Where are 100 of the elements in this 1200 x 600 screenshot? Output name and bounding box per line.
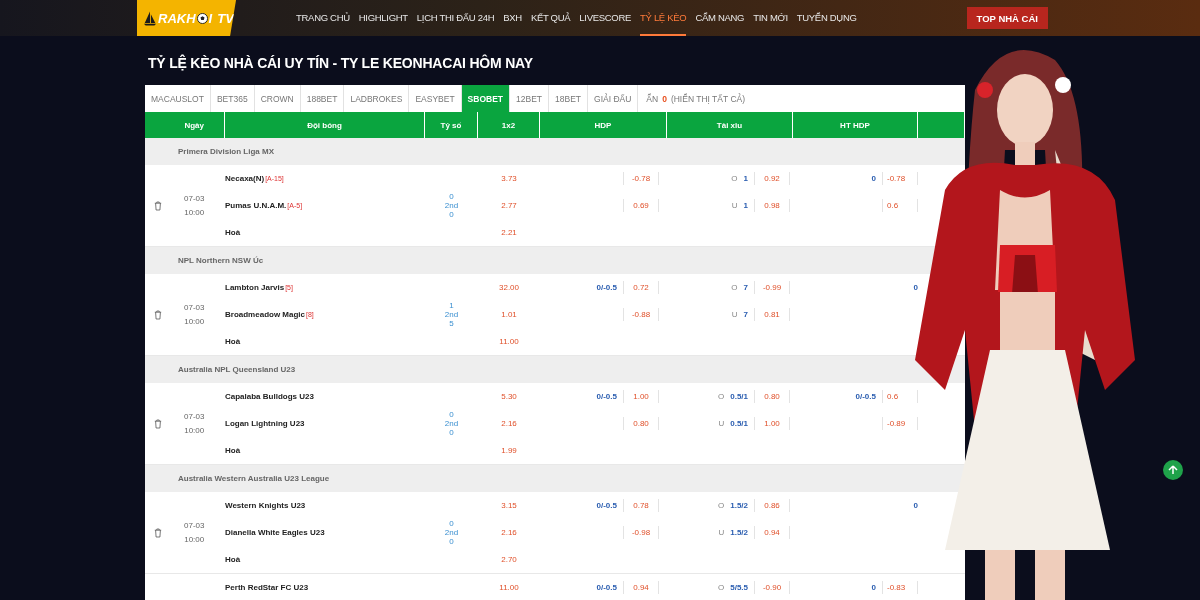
match-date: 07-03 10:00 (184, 519, 205, 546)
hidden-count: 0 (662, 93, 667, 104)
odds-value[interactable]: 0.80 (623, 417, 659, 430)
team-name: Logan Lightning U23 (225, 419, 305, 428)
odds-value[interactable]: 2.77 (501, 201, 517, 210)
odds-value[interactable]: -0.89 (882, 417, 918, 430)
team-name: Broadmeadow Magic (225, 310, 305, 319)
show-all-link[interactable]: (HIỂN THỊ TẤT CẢ) (670, 93, 746, 104)
handicap-line: 0/-0.5 (596, 283, 617, 292)
match-date: 07-03 10:00 (184, 192, 205, 219)
total-line: 1 (743, 174, 748, 183)
team-name: Western Knights U23 (225, 501, 306, 510)
match-score: 0 2nd 0 (444, 519, 459, 546)
odds-value[interactable]: -0.78 (882, 172, 918, 185)
team-name: Hoà (225, 555, 241, 564)
odds-value[interactable]: 1.01 (501, 310, 517, 319)
over-under-label: U (718, 419, 725, 428)
total-line: 1.5/2 (730, 528, 748, 537)
nav-link[interactable]: BXH (503, 0, 522, 36)
handicap-line: 0 (871, 583, 876, 592)
top-bookmaker-button[interactable]: TOP NHÀ CÁI (966, 7, 1048, 29)
nav-link[interactable]: CẨM NANG (695, 0, 745, 36)
trash-icon[interactable] (154, 200, 162, 211)
odds-value[interactable]: 1.00 (754, 417, 790, 430)
odds-value[interactable]: -0.83 (882, 581, 918, 594)
odds-value[interactable]: 0.80 (754, 390, 790, 403)
nav-link[interactable]: TIN MỚI (753, 0, 788, 36)
team-name: Hoà (225, 337, 241, 346)
total-line: 5/5.5 (730, 583, 748, 592)
league-name: NPL Northern NSW Úc (178, 256, 264, 265)
nav-link[interactable]: TRANG CHỦ (296, 0, 350, 36)
over-under-label: O (717, 501, 725, 510)
team-name: Perth RedStar FC U23 (225, 583, 309, 592)
odds-value[interactable]: 0.69 (623, 199, 659, 212)
trash-icon[interactable] (154, 527, 162, 538)
odds-value[interactable]: 5.30 (501, 392, 517, 401)
odds-value[interactable]: 1.00 (623, 390, 659, 403)
match-date: 07-03 10:00 (184, 301, 205, 328)
odds-value[interactable]: 11.00 (499, 583, 519, 592)
odds-value[interactable]: 2.16 (501, 528, 517, 537)
handicap-line: 0 (913, 283, 918, 292)
odds-value[interactable]: 11.00 (499, 337, 519, 346)
odds-value[interactable]: -0.99 (754, 281, 790, 294)
over-under-label: O (717, 583, 725, 592)
team-name: Dianella White Eagles U23 (225, 528, 325, 537)
handicap-line: 0/-0.5 (855, 392, 876, 401)
league-name: Australia NPL Queensland U23 (178, 365, 296, 374)
handicap-line: 0/-0.5 (596, 392, 617, 401)
odds-value[interactable]: 0.6 (882, 390, 918, 403)
odds-value[interactable]: 3.73 (501, 174, 517, 183)
odds-value[interactable]: 0.94 (623, 581, 659, 594)
odds-value[interactable]: 0.92 (754, 172, 790, 185)
over-under-label: O (717, 392, 725, 401)
match-date: 07-03 10:00 (184, 410, 205, 437)
nav-link[interactable]: LỊCH THI ĐẤU 24H (416, 0, 495, 36)
odds-value[interactable]: 0.94 (754, 526, 790, 539)
nav-link[interactable]: KẾT QUẢ (530, 0, 571, 36)
odds-value[interactable]: -0.78 (623, 172, 659, 185)
odds-value[interactable]: 0.86 (754, 499, 790, 512)
match-score: 0 2nd 0 (444, 192, 459, 219)
team-name: Lambton Jarvis (225, 283, 285, 292)
odds-value[interactable]: -0.88 (623, 308, 659, 321)
over-under-label: U (731, 310, 738, 319)
nav-link[interactable]: LIVESCORE (579, 0, 631, 36)
arrow-up-icon (1168, 465, 1178, 475)
odds-value[interactable]: 32.00 (499, 283, 519, 292)
league-name: Australia Western Australia U23 League (178, 474, 330, 483)
nav-link[interactable]: TUYỂN DỤNG (796, 0, 857, 36)
odds-value[interactable]: 2.16 (501, 419, 517, 428)
total-line: 7 (743, 283, 748, 292)
odds-value[interactable]: 0.6 (882, 199, 918, 212)
over-under-label: U (731, 201, 738, 210)
logo-text: RAKH (158, 10, 196, 26)
odds-value[interactable]: 1.99 (501, 446, 517, 455)
team-name: Hoà (225, 228, 241, 237)
bookmaker-tab[interactable]: SBOBET (461, 85, 510, 112)
nav-link[interactable]: HIGHLIGHT (358, 0, 408, 36)
scroll-top-button[interactable] (1163, 460, 1183, 480)
nav-link[interactable]: TỶ LỆ KÈO (640, 0, 687, 36)
handicap-line: 0 (913, 501, 918, 510)
odds-value[interactable]: 0.72 (623, 281, 659, 294)
odds-value[interactable]: 0.81 (754, 308, 790, 321)
trash-icon[interactable] (154, 418, 162, 429)
over-under-label: O (731, 174, 738, 183)
odds-value[interactable]: 3.15 (501, 501, 517, 510)
odds-value[interactable]: 0.78 (623, 499, 659, 512)
trash-icon[interactable] (154, 309, 162, 320)
total-line: 7 (743, 310, 748, 319)
soccer-ball-icon (196, 12, 208, 24)
logo-suffix: TV (217, 10, 235, 26)
team-name: Necaxa(N) (225, 174, 265, 183)
match-score: 1 2nd 5 (444, 301, 459, 328)
odds-value[interactable]: -0.90 (754, 581, 790, 594)
hidden-label: ẨN (646, 93, 659, 104)
odds-value[interactable]: 2.70 (501, 555, 517, 564)
over-under-label: O (731, 283, 738, 292)
total-line: 0.5/1 (730, 419, 748, 428)
odds-value[interactable]: -0.98 (623, 526, 659, 539)
odds-value[interactable]: 0.98 (754, 199, 790, 212)
odds-value[interactable]: 2.21 (501, 228, 517, 237)
